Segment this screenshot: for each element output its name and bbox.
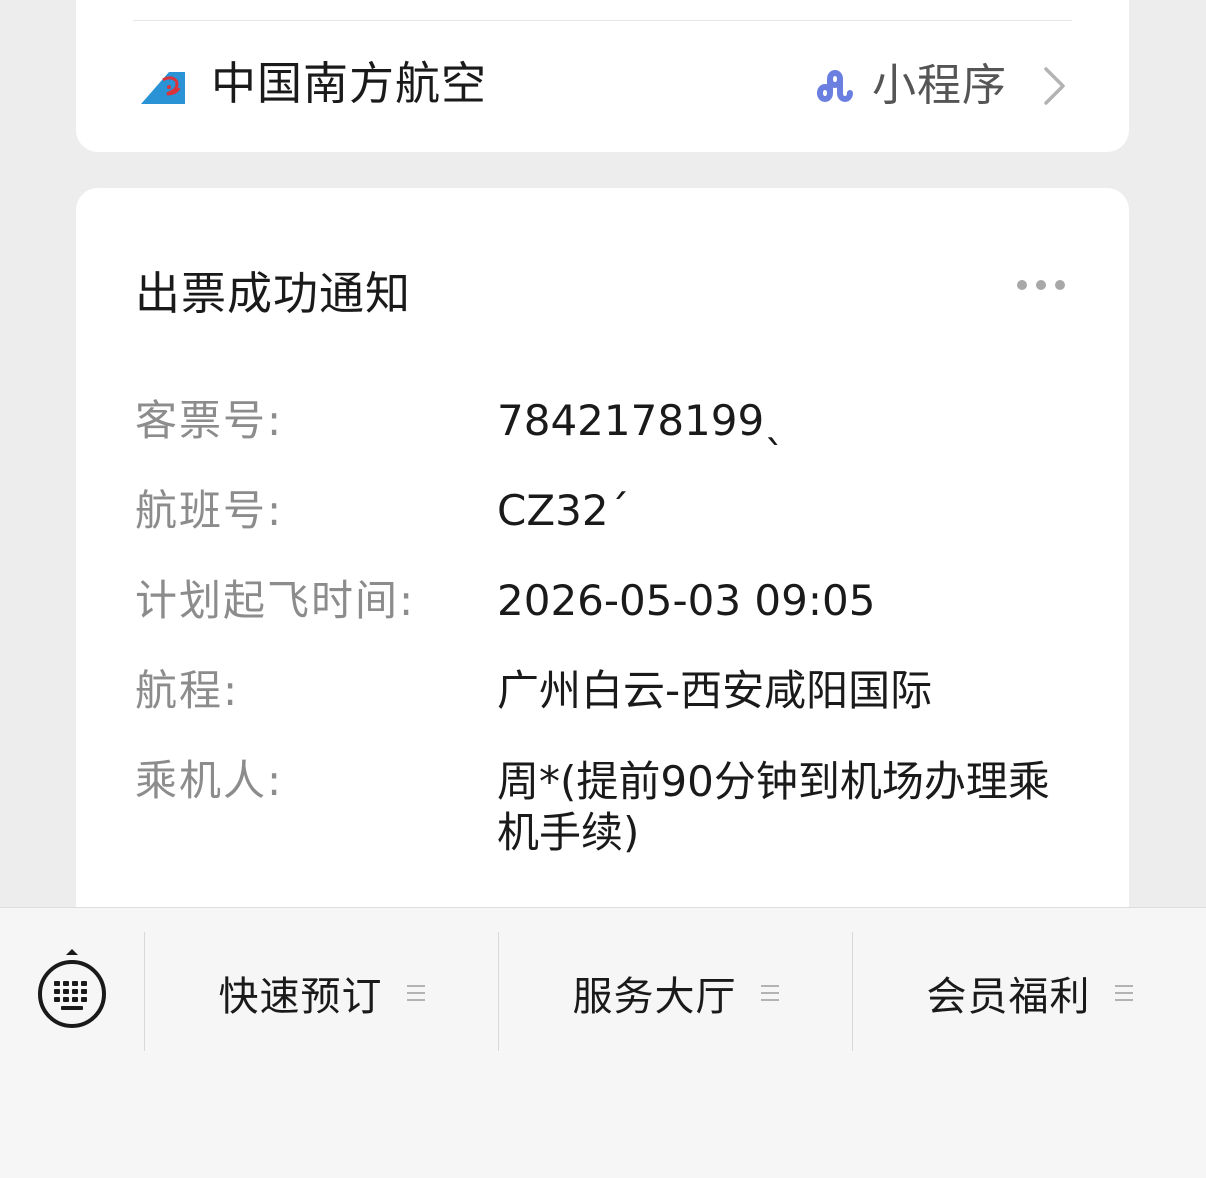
bottom-menu-bar: 快速预订 服务大厅 会员福利 <box>0 907 1206 1178</box>
chevron-right-icon <box>1044 67 1065 105</box>
field-value-flight-number: CZ32´ <box>497 486 630 535</box>
field-label-flight-number: 航班号: <box>135 486 284 535</box>
field-value-route: 广州白云-西安咸阳国际 <box>497 666 933 715</box>
more-dots-icon[interactable] <box>1017 280 1065 290</box>
divider <box>133 20 1072 21</box>
mini-program-link-icon <box>817 70 853 102</box>
field-label-passenger: 乘机人: <box>135 756 284 805</box>
menu-lines-icon <box>1114 985 1133 1001</box>
airline-header-card: 中国南方航空 小程序 <box>76 0 1129 152</box>
notice-title: 出票成功通知 <box>135 267 412 320</box>
china-southern-logo-icon <box>141 72 185 104</box>
field-label-route: 航程: <box>135 666 240 715</box>
menu-lines-icon <box>406 985 425 1001</box>
field-label-ticket-number: 客票号: <box>135 396 284 445</box>
menu-lines-icon <box>760 985 779 1001</box>
menu-label: 会员福利 <box>926 974 1091 1020</box>
mini-program-label: 小程序 <box>872 60 1007 111</box>
menu-item-quick-booking[interactable]: 快速预订 <box>145 958 498 1028</box>
mini-program-link[interactable]: 小程序 <box>812 58 1067 114</box>
airline-name[interactable]: 中国南方航空 <box>211 56 487 112</box>
ticket-notice-card[interactable]: 出票成功通知 客票号: 7842178199​ˎ 航班号: CZ32´ 计划起飞… <box>76 188 1129 948</box>
menu-label: 服务大厅 <box>572 974 737 1020</box>
menu-label: 快速预订 <box>218 974 383 1020</box>
field-value-departure-time: 2026-05-03 09:05 <box>497 576 876 625</box>
keyboard-toggle-icon[interactable] <box>36 948 108 1028</box>
menu-item-member-benefits[interactable]: 会员福利 <box>853 958 1206 1028</box>
menu-item-service-hall[interactable]: 服务大厅 <box>499 958 852 1028</box>
field-value-passenger: 周*(提前90分钟到机场办理乘机手续) <box>497 757 1050 857</box>
field-label-departure-time: 计划起飞时间: <box>135 576 416 625</box>
field-value-ticket-number: 7842178199​ˎ <box>497 396 786 445</box>
